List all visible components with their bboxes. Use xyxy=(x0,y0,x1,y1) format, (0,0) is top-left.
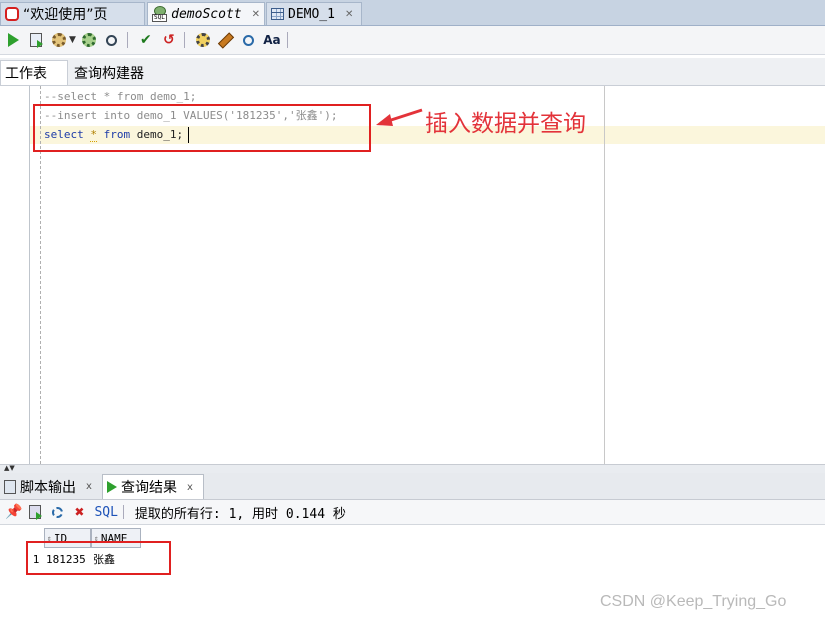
tab-query-result-label: 查询结果 xyxy=(121,480,177,496)
history-button[interactable] xyxy=(239,30,259,50)
refresh-button[interactable] xyxy=(48,503,66,521)
tab-welcome-page[interactable]: “欢迎使用”页 xyxy=(0,2,145,25)
close-icon[interactable]: x xyxy=(86,481,92,492)
toolbar-separator xyxy=(183,32,185,48)
close-icon[interactable]: ✕ xyxy=(345,9,353,20)
history-icon xyxy=(243,34,255,46)
autotrace-icon xyxy=(52,33,66,47)
highlight-box-sql xyxy=(33,104,371,152)
unshared-icon xyxy=(195,33,210,47)
toolbar-separator xyxy=(122,505,124,519)
run-statement-button[interactable] xyxy=(3,30,23,50)
toolbar-separator xyxy=(286,32,288,48)
tab-demoscott-label: demoScott xyxy=(171,6,242,22)
explain-plan-icon xyxy=(81,33,96,47)
right-margin-line xyxy=(604,86,605,464)
pin-icon[interactable]: 📌 xyxy=(5,504,22,520)
watermark: CSDN @Keep_Trying_Go xyxy=(600,593,787,610)
tab-query-result[interactable]: 查询结果 x xyxy=(102,474,204,499)
run-script-icon xyxy=(30,33,43,48)
output-tab-bar: 脚本输出 x 查询结果 x xyxy=(0,473,825,500)
sql-tuning-button[interactable] xyxy=(102,30,122,50)
text-case-icon: Aa xyxy=(263,33,281,47)
chevron-down-icon[interactable]: ▼ xyxy=(69,35,76,45)
search-icon xyxy=(106,34,118,46)
tab-query-builder[interactable]: 查询构建器 xyxy=(70,60,160,85)
worksheet-toolbar: ▼ ✔ ↺ Aa xyxy=(0,26,825,55)
document-tab-bar: “欢迎使用”页 SQL demoScott ✕ DEMO_1 ✕ xyxy=(0,0,825,26)
cancel-button[interactable]: ✖ xyxy=(70,503,88,521)
worksheet-subtabs: 工作表 查询构建器 xyxy=(0,58,825,86)
unshared-sql-button[interactable] xyxy=(193,30,213,50)
run-icon xyxy=(107,481,117,493)
print-icon xyxy=(29,505,43,520)
annotation-text: 插入数据并查询 xyxy=(425,111,586,137)
run-icon xyxy=(7,33,19,47)
print-button[interactable] xyxy=(26,503,44,521)
toolbar-separator xyxy=(126,32,128,48)
tab-welcome-page-label: “欢迎使用”页 xyxy=(23,7,108,23)
annotation-arrow-icon xyxy=(376,108,423,126)
sql-editor[interactable]: --select * from demo_1; --insert into de… xyxy=(0,86,825,464)
tab-demoscott[interactable]: SQL demoScott ✕ xyxy=(147,2,265,25)
format-case-button[interactable]: Aa xyxy=(262,30,282,50)
fetch-status-text: 提取的所有行: 1, 用时 0.144 秒 xyxy=(134,506,346,522)
tab-demo-1[interactable]: DEMO_1 ✕ xyxy=(266,2,362,25)
sql-worksheet-icon: SQL xyxy=(152,6,167,22)
refresh-icon xyxy=(51,506,63,518)
run-script-button[interactable] xyxy=(26,30,46,50)
line-gutter xyxy=(0,86,30,464)
table-icon xyxy=(271,8,284,20)
clear-button[interactable] xyxy=(216,30,236,50)
script-output-icon xyxy=(4,479,16,494)
rollback-icon: ↺ xyxy=(163,32,175,48)
tab-script-output-label: 脚本输出 xyxy=(20,479,76,496)
result-toolbar: 📌 ✖ SQL 提取的所有行: 1, 用时 0.144 秒 xyxy=(0,500,825,525)
splitter-arrows-icon[interactable]: ▲▼ xyxy=(4,465,15,472)
commit-icon: ✔ xyxy=(140,32,152,48)
sql-button[interactable]: SQL xyxy=(94,505,117,520)
autotrace-button[interactable] xyxy=(49,30,69,50)
eraser-icon xyxy=(217,31,235,49)
commit-button[interactable]: ✔ xyxy=(136,30,156,50)
rollback-button[interactable]: ↺ xyxy=(159,30,179,50)
highlight-box-result xyxy=(26,541,171,575)
explain-plan-button[interactable] xyxy=(79,30,99,50)
oracle-icon xyxy=(5,7,19,21)
tab-worksheet[interactable]: 工作表 xyxy=(0,60,68,85)
close-icon[interactable]: ✕ xyxy=(252,9,260,20)
cancel-icon: ✖ xyxy=(74,505,85,519)
tab-demo-1-label: DEMO_1 xyxy=(288,6,335,22)
close-icon[interactable]: x xyxy=(187,482,193,493)
result-grid[interactable]: ⇕ ID ⇕ NAME 1 181235 张鑫 CSDN @Keep_Trying_… xyxy=(0,525,825,623)
tab-script-output[interactable]: 脚本输出 x xyxy=(0,474,100,499)
